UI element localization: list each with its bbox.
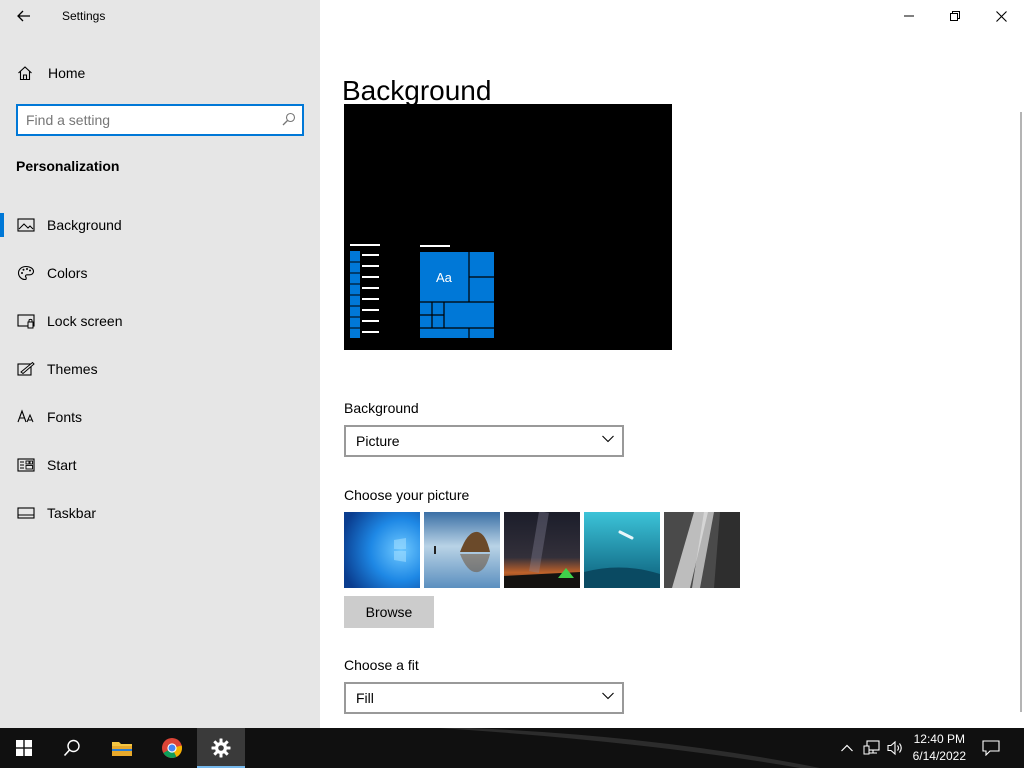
chevron-up-icon xyxy=(841,744,853,752)
network-button[interactable] xyxy=(860,728,884,768)
lock-screen-icon xyxy=(17,314,35,329)
start-button[interactable] xyxy=(0,728,48,768)
background-value: Picture xyxy=(356,433,400,449)
browse-button[interactable]: Browse xyxy=(344,596,434,628)
sidebar-item-label: Themes xyxy=(47,361,98,377)
taskbar-search-button[interactable] xyxy=(48,728,96,768)
clock-time: 12:40 PM xyxy=(913,732,965,746)
network-icon xyxy=(863,740,880,755)
taskbar: 12:40 PM 6/14/2022 xyxy=(0,728,1024,768)
search-box[interactable] xyxy=(16,104,304,136)
settings-sidebar: Settings Home Personalization Background… xyxy=(0,0,320,728)
night-sky-image xyxy=(504,512,580,588)
search-icon xyxy=(63,739,80,757)
picture-thumbnail-cliff[interactable] xyxy=(664,512,740,588)
volume-icon xyxy=(887,740,902,756)
nav-home[interactable]: Home xyxy=(0,58,320,88)
clock-date: 6/14/2022 xyxy=(912,749,966,763)
show-hidden-icons-button[interactable] xyxy=(836,728,858,768)
search-input[interactable] xyxy=(26,110,266,130)
fit-value: Fill xyxy=(356,690,374,706)
rock-cliff-image xyxy=(664,512,740,588)
underwater-image xyxy=(584,512,660,588)
restore-button[interactable] xyxy=(932,0,978,32)
section-title: Personalization xyxy=(16,158,120,174)
beach-rock-image xyxy=(424,512,500,588)
picture-thumbnail-beach[interactable] xyxy=(424,512,500,588)
minimize-icon xyxy=(904,15,914,17)
back-arrow-icon xyxy=(17,10,30,22)
notification-center-button[interactable] xyxy=(974,728,1008,768)
start-menu-preview xyxy=(350,244,494,338)
close-icon xyxy=(995,10,1007,22)
picture-thumbnail-windows[interactable] xyxy=(344,512,420,588)
choose-picture-label: Choose your picture xyxy=(344,487,470,503)
sidebar-item-start[interactable]: Start xyxy=(0,445,320,485)
sidebar-item-lock-screen[interactable]: Lock screen xyxy=(0,301,320,341)
settings-taskbar-button[interactable] xyxy=(197,728,245,768)
picture-icon xyxy=(17,218,35,232)
desktop-preview: Aa xyxy=(344,104,672,350)
chrome-button[interactable] xyxy=(148,728,196,768)
main-panel: Background Aa Background Picture Choose … xyxy=(320,0,1024,728)
settings-icon xyxy=(211,738,231,758)
sidebar-item-taskbar[interactable]: Taskbar xyxy=(0,493,320,533)
themes-icon xyxy=(17,361,35,376)
close-button[interactable] xyxy=(978,0,1024,32)
scrollbar[interactable] xyxy=(1020,112,1022,712)
chevron-down-icon xyxy=(602,692,614,700)
background-dropdown[interactable]: Picture xyxy=(344,425,624,457)
fit-dropdown[interactable]: Fill xyxy=(344,682,624,714)
sidebar-item-background[interactable]: Background xyxy=(0,205,320,245)
sidebar-item-label: Colors xyxy=(47,265,88,281)
file-explorer-button[interactable] xyxy=(98,728,146,768)
start-layout-icon xyxy=(17,458,35,472)
search-icon xyxy=(282,112,296,126)
preview-tile-text: Aa xyxy=(436,270,452,285)
background-label: Background xyxy=(344,400,419,416)
home-label: Home xyxy=(48,65,86,81)
sidebar-item-colors[interactable]: Colors xyxy=(0,253,320,293)
taskbar-icon xyxy=(17,507,35,519)
palette-icon xyxy=(17,265,35,281)
windows-wallpaper-image xyxy=(344,512,420,588)
sidebar-item-label: Background xyxy=(47,217,122,233)
start-icon xyxy=(16,740,32,756)
sidebar-item-fonts[interactable]: Fonts xyxy=(0,397,320,437)
fonts-icon xyxy=(17,409,34,423)
sidebar-item-label: Fonts xyxy=(47,409,83,425)
back-button[interactable] xyxy=(10,2,38,30)
volume-button[interactable] xyxy=(884,728,908,768)
app-title: Settings xyxy=(62,9,106,23)
file-explorer-icon xyxy=(112,742,132,756)
clock[interactable]: 12:40 PM 6/14/2022 xyxy=(913,731,966,765)
notification-icon xyxy=(982,740,1000,756)
sidebar-item-label: Start xyxy=(47,457,77,473)
sidebar-item-label: Lock screen xyxy=(47,313,123,329)
choose-fit-label: Choose a fit xyxy=(344,657,419,673)
home-icon xyxy=(18,66,32,81)
minimize-button[interactable] xyxy=(886,0,932,32)
page-title: Background xyxy=(342,74,492,106)
chevron-down-icon xyxy=(602,435,614,443)
selection-indicator xyxy=(0,213,4,237)
sidebar-item-themes[interactable]: Themes xyxy=(0,349,320,389)
picture-thumbnail-underwater[interactable] xyxy=(584,512,660,588)
restore-icon xyxy=(950,11,960,21)
chrome-icon xyxy=(162,738,183,758)
sidebar-item-label: Taskbar xyxy=(47,505,97,521)
picture-thumbnail-night-sky[interactable] xyxy=(504,512,580,588)
